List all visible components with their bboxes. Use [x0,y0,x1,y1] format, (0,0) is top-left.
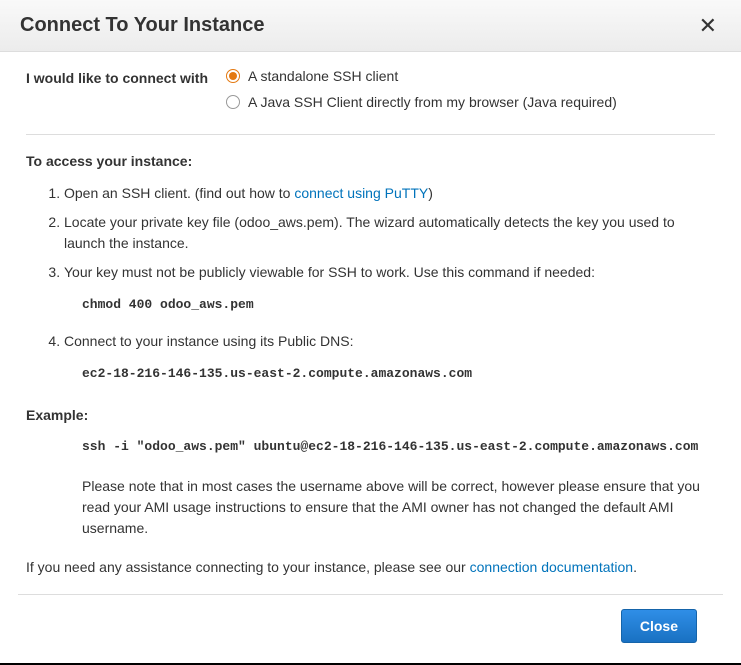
example-note: Please note that in most cases the usern… [26,476,715,539]
step-1-prefix: Open an SSH client. (find out how to [64,185,294,201]
step-3-text: Your key must not be publicly viewable f… [64,264,595,280]
assistance-suffix: . [633,559,637,575]
step-2: Locate your private key file (odoo_aws.p… [64,212,715,254]
step-3-code: chmod 400 odoo_aws.pem [64,287,715,323]
connection-documentation-link[interactable]: connection documentation [470,559,633,575]
connect-with-label: I would like to connect with [26,68,226,86]
close-icon[interactable]: ✕ [695,15,721,37]
example-code: ssh -i "odoo_aws.pem" ubuntu@ec2-18-216-… [26,431,715,462]
step-4: Connect to your instance using its Publi… [64,331,715,392]
radio-java-ssh[interactable]: A Java SSH Client directly from my brows… [226,94,715,110]
step-4-code: ec2-18-216-146-135.us-east-2.compute.ama… [64,356,715,392]
radio-standalone-label: A standalone SSH client [248,68,398,84]
dialog-body: I would like to connect with A standalon… [0,52,741,594]
divider [26,134,715,135]
connect-with-row: I would like to connect with A standalon… [26,68,715,120]
assistance-prefix: If you need any assistance connecting to… [26,559,470,575]
step-3: Your key must not be publicly viewable f… [64,262,715,323]
assistance-text: If you need any assistance connecting to… [26,557,715,578]
dialog-title: Connect To Your Instance [20,14,264,37]
close-button[interactable]: Close [621,609,697,643]
radio-icon [226,69,240,83]
dialog-header: Connect To Your Instance ✕ [0,0,741,52]
radio-standalone-ssh[interactable]: A standalone SSH client [226,68,715,84]
dialog-footer: Close [18,594,723,663]
radio-java-label: A Java SSH Client directly from my brows… [248,94,617,110]
step-4-text: Connect to your instance using its Publi… [64,333,353,349]
connect-putty-link[interactable]: connect using PuTTY [294,185,428,201]
radio-icon [226,95,240,109]
example-label: Example: [26,407,715,423]
connect-instance-dialog: Connect To Your Instance ✕ I would like … [0,0,741,665]
step-1: Open an SSH client. (find out how to con… [64,183,715,204]
radio-group: A standalone SSH client A Java SSH Clien… [226,68,715,120]
access-title: To access your instance: [26,153,715,169]
instructions-list: Open an SSH client. (find out how to con… [26,183,715,391]
step-1-suffix: ) [428,185,433,201]
